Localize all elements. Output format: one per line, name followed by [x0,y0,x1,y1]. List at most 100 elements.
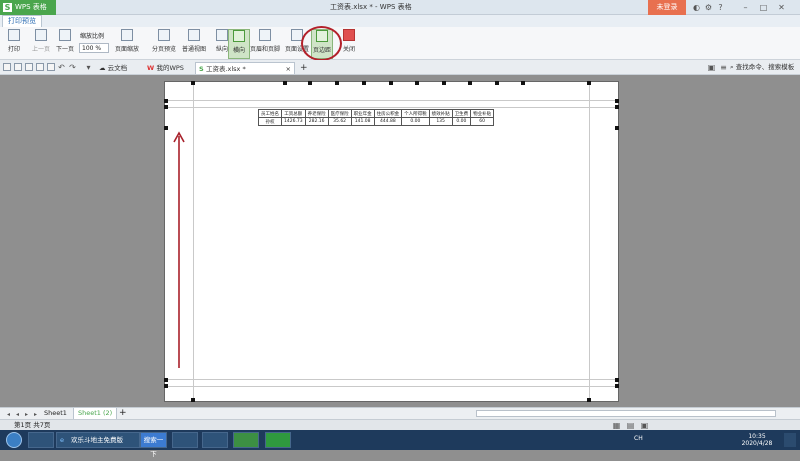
margin-handle[interactable] [615,384,619,388]
column-handle[interactable] [335,81,339,85]
zoom-select[interactable]: 100 % [79,43,109,53]
start-button[interactable] [6,432,22,448]
table-cell: 444.88 [373,117,403,126]
taskbar-app-icon[interactable] [28,432,54,448]
minimize-icon[interactable]: – [741,3,750,12]
margin-handle[interactable] [615,378,619,382]
table-header-cell: 养老保险 [304,109,329,118]
margin-handle[interactable] [164,105,168,109]
ime-indicator[interactable]: CH [634,435,643,442]
dropdown-icon[interactable]: ▾ [84,63,93,72]
monitor-icon[interactable]: ▣ [707,63,716,72]
open-icon[interactable] [3,63,11,71]
redo-icon[interactable]: ↷ [68,63,77,72]
undo-icon[interactable]: ↶ [57,63,66,72]
taskbar-ie-window[interactable]: e 欢乐斗地主免费版 [56,432,140,448]
column-handle[interactable] [283,81,287,85]
taskbar-search-button[interactable]: 搜索一下 [140,432,167,458]
close-window-icon[interactable]: ✕ [777,3,786,12]
landscape-icon [233,30,245,42]
page-zoom-icon [121,29,133,41]
table-cell: 135 [428,117,453,126]
next-sheet-icon[interactable]: ▸ [22,410,31,419]
column-handle[interactable] [442,81,446,85]
margin-handle[interactable] [615,105,619,109]
margin-handle[interactable] [615,126,619,130]
menu-icon[interactable]: ≡ [719,63,728,72]
margin-handle[interactable] [191,81,195,85]
table-header-row: 员工姓名 工资总额 养老保险 医疗保险 职业年金 住房公积金 个人所得税 绩效补… [258,109,495,118]
tab-print-preview[interactable]: 打印预览 [2,15,42,27]
column-handle[interactable] [389,81,393,85]
column-handle[interactable] [308,81,312,85]
settings-icon[interactable]: ⚙ [704,3,713,12]
command-search[interactable]: ⌕ 查找命令、搜索模板 [730,61,794,74]
margin-handle[interactable] [164,126,168,130]
export-pdf-icon[interactable] [36,63,44,71]
title-bar: S WPS 表格 工资表.xlsx * - WPS 表格 未登录 ◐ ⚙ ? – … [0,0,800,15]
page-zoom-button[interactable]: 页面缩放 [112,29,142,59]
ie-icon: e [60,436,64,444]
wps-taskbar-icon[interactable] [233,432,259,448]
column-handle[interactable] [415,81,419,85]
view-normal-icon[interactable]: ▦ [612,421,621,430]
salary-table: 员工姓名 工资总额 养老保险 医疗保险 职业年金 住房公积金 个人所得税 绩效补… [258,109,495,126]
print-button[interactable]: 打印 [3,29,25,59]
view-preview-icon[interactable]: ▣ [640,421,649,430]
print-quick-icon[interactable] [25,63,33,71]
login-button[interactable]: 未登录 [648,0,686,15]
normal-view-button[interactable]: 普通视图 [181,29,207,59]
page-break-preview-button[interactable]: 分页预览 [151,29,177,59]
clock[interactable]: 10:35 2020/4/28 [738,433,776,447]
next-page-icon [59,29,71,41]
chrome-icon[interactable] [202,432,228,448]
add-tab-button[interactable]: + [297,62,308,74]
margin-handle[interactable] [164,99,168,103]
maximize-icon[interactable]: □ [759,3,768,12]
prev-page-button[interactable]: 上一页 [30,29,52,59]
margin-guide-right[interactable] [589,82,590,401]
margin-guide-bottom[interactable] [165,379,618,380]
view-layout-icon[interactable]: ▤ [626,421,635,430]
print-preview-page: 员工姓名 工资总额 养老保险 医疗保险 职业年金 住房公积金 个人所得税 绩效补… [164,81,619,402]
app-menu-button[interactable]: S WPS 表格 [0,0,56,15]
horizontal-scrollbar[interactable] [476,410,776,417]
page-info: 第1页 共7页 [14,421,51,429]
margin-handle[interactable] [587,81,591,85]
table-header-cell: 职业年金 [350,109,375,118]
skin-icon[interactable]: ◐ [692,3,701,12]
header-footer-button[interactable]: 页眉和页脚 [248,29,282,59]
margin-guide-top[interactable] [165,107,618,108]
last-sheet-icon[interactable]: ▸ [31,410,40,419]
prev-sheet-icon[interactable]: ◂ [13,410,22,419]
preview-icon[interactable] [47,63,55,71]
margin-handle[interactable] [587,398,591,402]
show-desktop-button[interactable] [784,433,796,447]
next-page-button[interactable]: 下一页 [54,29,76,59]
footer-guide[interactable] [165,386,618,387]
taskbar-tool-icon[interactable] [172,432,198,448]
margin-handle[interactable] [164,378,168,382]
tab-my-wps[interactable]: W 我的WPS [144,62,194,74]
tab-close-icon[interactable]: × [286,63,291,75]
margin-handle[interactable] [191,398,195,402]
table-cell: 141.08 [350,117,375,126]
tab-salary-file[interactable]: S 工资表.xlsx * × [195,62,295,74]
margin-handle[interactable] [164,384,168,388]
margin-handle[interactable] [615,99,619,103]
tab-cloud-docs[interactable]: ☁ 云文档 [96,62,140,74]
ribbon-toolbar: 打印 上一页 下一页 缩放比例 100 % 页面缩放 分页预览 普通视图 纵向 … [0,27,800,60]
column-handle[interactable] [521,81,525,85]
table-header-cell: 绩效补贴 [428,109,453,118]
landscape-button[interactable]: 横向 [228,29,250,59]
zoom-label: 缩放比例 [80,33,105,40]
column-handle[interactable] [495,81,499,85]
header-guide[interactable] [165,100,618,101]
margin-guide-left[interactable] [193,82,194,401]
first-sheet-icon[interactable]: ◂ [4,410,13,419]
column-handle[interactable] [468,81,472,85]
wps-sheet-taskbar-icon[interactable] [265,432,291,448]
save-icon[interactable] [14,63,22,71]
column-handle[interactable] [362,81,366,85]
help-icon[interactable]: ? [716,3,725,12]
